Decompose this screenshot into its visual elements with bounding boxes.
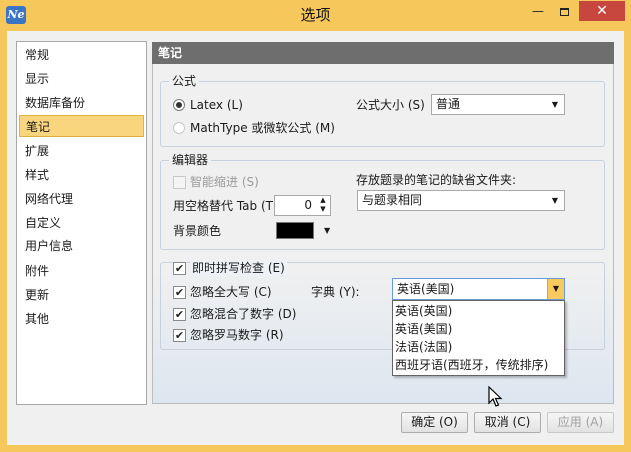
ignore-uppercase-checkbox[interactable]: ✔ xyxy=(173,286,186,299)
dictionary-option[interactable]: 英语(美国) xyxy=(394,320,452,338)
default-folder-select[interactable]: 与题录相同 ▼ xyxy=(357,190,565,211)
ignore-mixed-digits-label[interactable]: 忽略混合了数字 (D) xyxy=(190,306,296,322)
dictionary-label: 字典 (Y): xyxy=(311,285,360,299)
chevron-down-icon[interactable]: ▼ xyxy=(547,279,564,299)
spellcheck-enable-label[interactable]: 即时拼写检查 (E) xyxy=(190,260,287,276)
ok-button[interactable]: 确定 (O) xyxy=(401,412,468,433)
chevron-down-icon: ▼ xyxy=(551,100,558,109)
sidebar-item-custom[interactable]: 自定义 xyxy=(19,212,144,234)
tab-spaces-value: 0 xyxy=(304,198,312,212)
cancel-button[interactable]: 取消 (C) xyxy=(474,412,541,433)
stepper-up-icon[interactable]: ▲ xyxy=(317,196,329,205)
title-bar[interactable]: Ne 选项 — ✕ xyxy=(0,0,631,31)
sidebar-item-attachments[interactable]: 附件 xyxy=(19,260,144,282)
dictionary-option[interactable]: 英语(英国) xyxy=(394,302,452,320)
tab-spaces-stepper[interactable]: 0 ▲ ▼ xyxy=(274,195,331,216)
ignore-uppercase-label[interactable]: 忽略全大写 (C) xyxy=(190,284,272,300)
editor-group-title: 编辑器 xyxy=(169,153,212,167)
sidebar-item-database-backup[interactable]: 数据库备份 xyxy=(19,92,144,114)
dictionary-option[interactable]: 西班牙语(西班牙，传统排序) xyxy=(394,356,548,374)
ignore-mixed-digits-checkbox[interactable]: ✔ xyxy=(173,308,186,321)
latex-radio[interactable] xyxy=(173,99,185,111)
sidebar-item-proxy[interactable]: 网络代理 xyxy=(19,188,144,210)
smart-indent-label[interactable]: 智能缩进 (S) xyxy=(190,174,259,190)
color-dropdown-icon[interactable]: ▼ xyxy=(324,225,330,237)
sidebar-item-notes[interactable]: 笔记 xyxy=(19,115,144,137)
formula-size-value: 普通 xyxy=(436,97,461,111)
section-title: 笔记 xyxy=(152,42,614,64)
dictionary-dropdown-list[interactable]: 英语(英国) 英语(美国) 法语(法国) 西班牙语(西班牙，传统排序) xyxy=(392,300,565,376)
stepper-down-icon[interactable]: ▼ xyxy=(317,205,329,214)
mouse-cursor-icon xyxy=(488,386,503,407)
dictionary-select[interactable]: 英语(美国) ▼ xyxy=(392,278,565,300)
dictionary-value: 英语(美国) xyxy=(397,282,455,296)
dictionary-option[interactable]: 法语(法国) xyxy=(394,338,452,356)
category-list[interactable]: 常规 显示 数据库备份 笔记 扩展 样式 网络代理 自定义 用户信息 附件 更新… xyxy=(16,41,147,405)
minimize-button[interactable]: — xyxy=(525,1,551,21)
bg-color-label: 背景颜色 xyxy=(173,224,222,238)
maximize-button[interactable] xyxy=(551,1,577,21)
maximize-icon xyxy=(559,7,569,16)
close-button[interactable]: ✕ xyxy=(579,1,625,21)
sidebar-item-display[interactable]: 显示 xyxy=(19,68,144,90)
ignore-roman-label[interactable]: 忽略罗马数字 (R) xyxy=(190,327,284,343)
editor-group: 编辑器 智能缩进 (S) 用空格替代 Tab (T 0 ▲ ▼ 背景颜色 ▼ 存… xyxy=(160,153,605,250)
chevron-down-icon: ▼ xyxy=(551,196,558,205)
latex-label[interactable]: Latex (L) xyxy=(190,97,243,113)
formula-size-select[interactable]: 普通 ▼ xyxy=(431,94,565,115)
mathtype-label[interactable]: MathType 或微软公式 (M) xyxy=(190,120,335,136)
formula-group-title: 公式 xyxy=(169,74,200,88)
sidebar-item-styles[interactable]: 样式 xyxy=(19,164,144,186)
default-folder-value: 与题录相同 xyxy=(362,193,423,207)
sidebar-item-other[interactable]: 其他 xyxy=(19,308,144,330)
tab-spaces-label: 用空格替代 Tab (T xyxy=(173,199,273,213)
mathtype-radio[interactable] xyxy=(173,122,185,134)
default-folder-label: 存放题录的笔记的缺省文件夹: xyxy=(356,173,517,187)
sidebar-item-user-info[interactable]: 用户信息 xyxy=(19,235,144,257)
formula-size-label: 公式大小 (S) xyxy=(356,98,425,112)
options-window: Ne 选项 — ✕ 常规 显示 数据库备份 笔记 扩展 样式 网络代理 自定义 … xyxy=(0,0,631,452)
sidebar-item-updates[interactable]: 更新 xyxy=(19,284,144,306)
bg-color-swatch[interactable] xyxy=(276,222,314,239)
apply-button[interactable]: 应用 (A) xyxy=(547,412,614,433)
sidebar-item-extensions[interactable]: 扩展 xyxy=(19,140,144,162)
smart-indent-checkbox[interactable] xyxy=(173,176,186,189)
formula-group: 公式 Latex (L) MathType 或微软公式 (M) 公式大小 (S)… xyxy=(160,74,605,147)
spellcheck-enable-checkbox[interactable]: ✔ xyxy=(173,262,186,275)
dialog-client-area: 常规 显示 数据库备份 笔记 扩展 样式 网络代理 自定义 用户信息 附件 更新… xyxy=(7,31,624,445)
ignore-roman-checkbox[interactable]: ✔ xyxy=(173,329,186,342)
sidebar-item-general[interactable]: 常规 xyxy=(19,44,144,66)
